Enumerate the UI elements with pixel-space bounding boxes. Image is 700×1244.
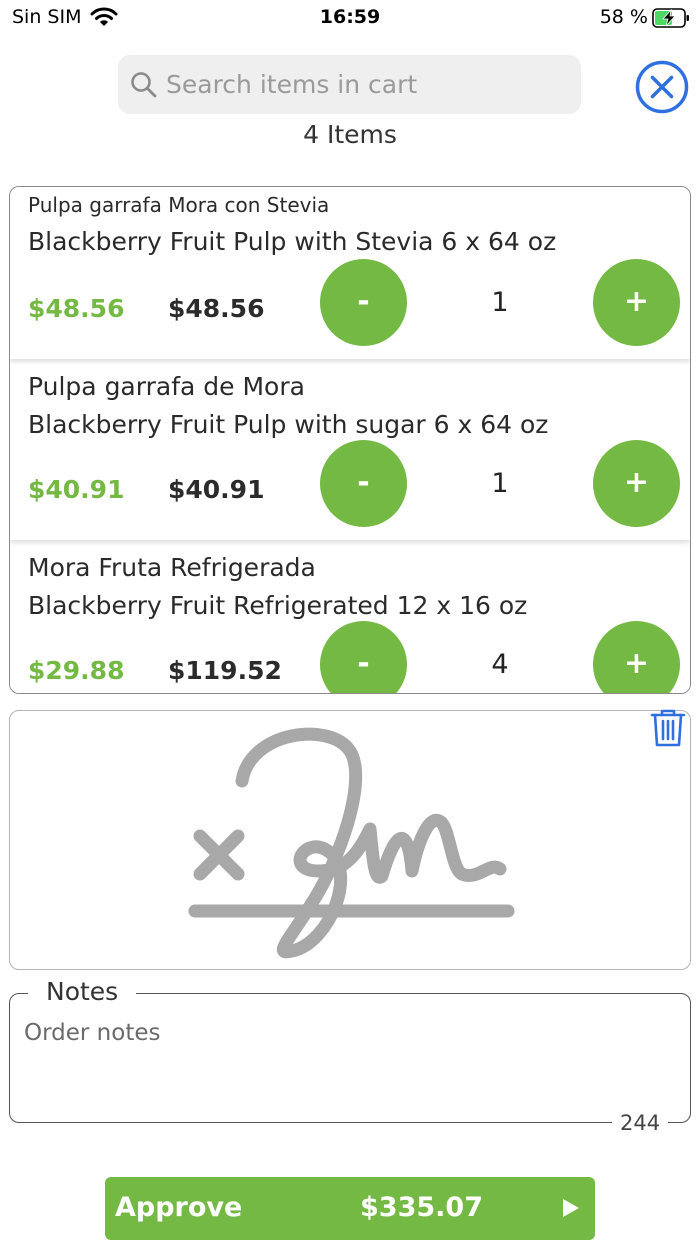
close-button[interactable]: [635, 60, 689, 114]
signature-placeholder-icon: [188, 727, 515, 959]
item-name-spanish: Mora Fruta Refrigerada: [28, 553, 316, 582]
cart-item: Pulpa garrafa de Mora Blackberry Fruit P…: [10, 368, 690, 540]
play-arrow-icon: [561, 1197, 581, 1223]
item-name-english: Blackberry Fruit Pulp with sugar 6 x 64 …: [28, 410, 549, 439]
notes-label: Notes: [28, 977, 137, 1006]
items-count: 4 Items: [303, 120, 397, 149]
item-unit-price: $48.56: [28, 294, 125, 323]
battery-percentage: 58 %: [599, 6, 648, 28]
increase-quantity-button[interactable]: +: [593, 621, 680, 693]
decrease-quantity-button[interactable]: -: [320, 621, 407, 693]
item-name-spanish: Pulpa garrafa Mora con Stevia: [28, 193, 330, 217]
increase-quantity-button[interactable]: +: [593, 259, 680, 346]
clear-signature-button[interactable]: [650, 708, 686, 752]
decrease-quantity-button[interactable]: -: [320, 440, 407, 527]
notes-character-counter: 244: [612, 1111, 669, 1135]
item-total-price: $119.52: [168, 656, 282, 685]
item-name-spanish: Pulpa garrafa de Mora: [28, 372, 305, 401]
item-unit-price: $29.88: [28, 656, 125, 685]
order-total: $335.07: [360, 1192, 483, 1223]
cart-item: Pulpa garrafa Mora con Stevia Blackberry…: [10, 187, 690, 359]
close-icon: [635, 60, 689, 114]
item-unit-price: $40.91: [28, 475, 125, 504]
item-total-price: $48.56: [168, 294, 265, 323]
item-quantity: 4: [491, 649, 509, 680]
signature-pad[interactable]: [9, 710, 691, 970]
battery-charging-icon: [652, 7, 690, 33]
clock: 16:59: [319, 6, 381, 28]
increase-quantity-button[interactable]: +: [593, 440, 680, 527]
approve-label: Approve: [115, 1192, 243, 1223]
cart-item: Mora Fruta Refrigerada Blackberry Fruit …: [10, 549, 690, 693]
item-quantity: 1: [491, 468, 509, 499]
item-quantity: 1: [491, 287, 509, 318]
status-bar: Sin SIM 16:59 58 %: [0, 0, 700, 40]
search-icon: [130, 71, 158, 103]
item-total-price: $40.91: [168, 475, 265, 504]
notes-input[interactable]: [24, 1020, 664, 1110]
trash-icon: [650, 709, 686, 747]
search-bar[interactable]: [118, 55, 581, 114]
search-input[interactable]: [166, 55, 571, 114]
cart-list[interactable]: Pulpa garrafa Mora con Stevia Blackberry…: [9, 186, 691, 694]
approve-button[interactable]: Approve $335.07: [105, 1177, 595, 1240]
item-name-english: Blackberry Fruit Pulp with Stevia 6 x 64…: [28, 227, 557, 256]
item-name-english: Blackberry Fruit Refrigerated 12 x 16 oz: [28, 591, 528, 620]
decrease-quantity-button[interactable]: -: [320, 259, 407, 346]
